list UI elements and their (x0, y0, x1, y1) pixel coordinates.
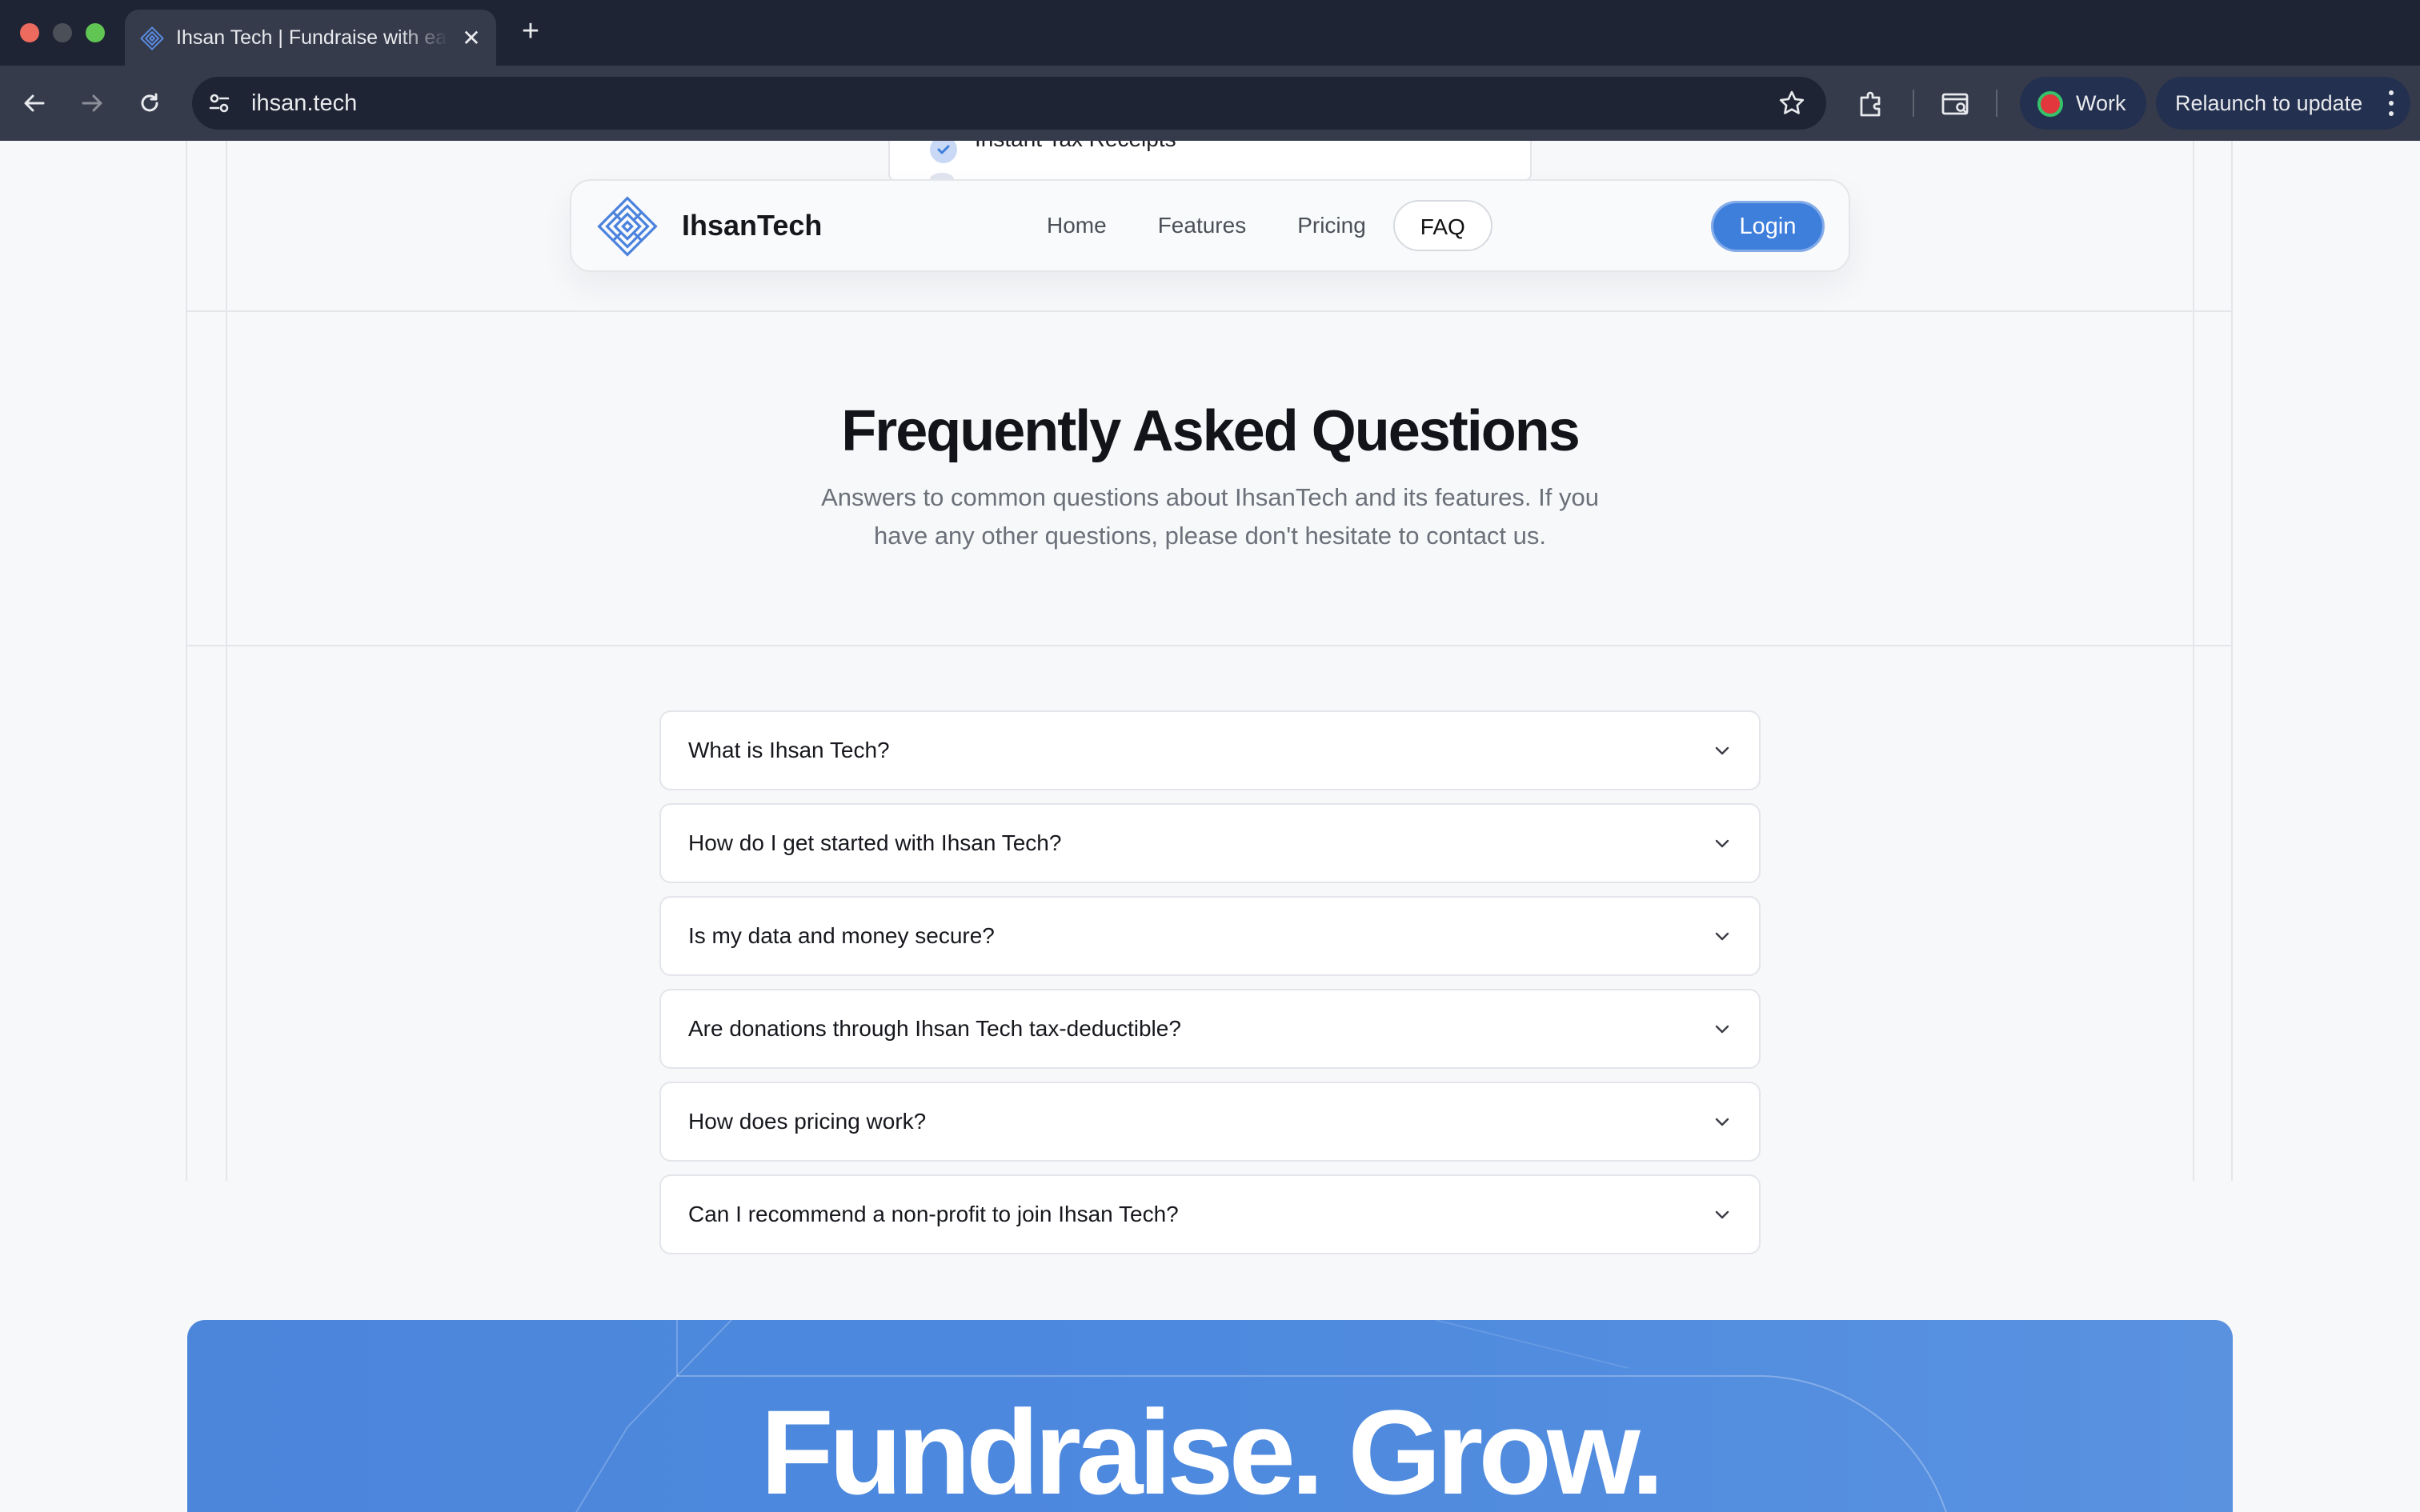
maximize-window-button[interactable] (86, 23, 105, 42)
chevron-down-icon (1715, 746, 1729, 755)
close-window-button[interactable] (20, 23, 39, 42)
nav-home-link[interactable]: Home (1021, 200, 1132, 251)
ihsan-logo-icon[interactable] (595, 194, 659, 258)
faq-item[interactable]: Are donations through Ihsan Tech tax-ded… (659, 989, 1761, 1069)
more-menu-icon[interactable] (2388, 90, 2394, 116)
faq-subtitle: Answers to common questions about IhsanT… (821, 483, 1599, 550)
faq-item[interactable]: How do I get started with Ihsan Tech? (659, 803, 1761, 883)
arrow-left-icon (24, 94, 45, 112)
brand-name[interactable]: IhsanTech (682, 181, 822, 270)
faq-question: Are donations through Ihsan Tech tax-ded… (688, 1016, 1181, 1041)
faq-accordion: What is Ihsan Tech? How do I get started… (659, 710, 1761, 1267)
arrow-right-icon (82, 94, 102, 112)
tab-search-icon[interactable] (1940, 88, 1972, 120)
relaunch-label: Relaunch to update (2175, 91, 2363, 115)
extensions-puzzle-icon[interactable] (1855, 88, 1887, 120)
nav-pricing-link[interactable]: Pricing (1272, 200, 1392, 251)
login-button[interactable]: Login (1711, 201, 1825, 252)
faq-question: How do I get started with Ihsan Tech? (688, 830, 1062, 855)
cta-title: Fundraise. Grow. (760, 1385, 1665, 1512)
faq-question: How does pricing work? (688, 1109, 927, 1134)
grid-line (186, 645, 2233, 646)
feature-item: Instant Tax Receipts (975, 141, 1176, 152)
chevron-down-icon (1715, 1118, 1729, 1126)
check-icon (930, 141, 957, 163)
chevron-down-icon (1715, 839, 1729, 848)
site-navbar: IhsanTech Home Features Pricing FAQ Logi… (570, 179, 1850, 272)
toolbar-divider (1913, 90, 1914, 117)
address-bar[interactable]: ihsan.tech (192, 77, 1826, 130)
toolbar-divider (1996, 90, 1997, 117)
forward-button[interactable] (74, 85, 110, 122)
tab-close-icon[interactable]: ✕ (459, 26, 483, 50)
grid-line (2193, 141, 2194, 1181)
faq-question: Can I recommend a non-profit to join Ihs… (688, 1202, 1179, 1226)
ihsan-logo-icon (140, 26, 164, 50)
minimize-window-button[interactable] (53, 23, 72, 42)
grid-line (226, 141, 227, 1181)
browser-tab-active[interactable]: Ihsan Tech | Fundraise with ease ✕ (125, 10, 496, 66)
faq-question: What is Ihsan Tech? (688, 738, 890, 762)
chevron-down-icon (1715, 1025, 1729, 1034)
faq-question: Is my data and money secure? (688, 923, 995, 948)
grid-line (186, 141, 187, 1181)
browser-toolbar: ihsan.tech Work Relaunch to update (0, 66, 2420, 141)
grid-line (186, 310, 2233, 312)
chevron-down-icon (1715, 1210, 1729, 1219)
faq-item[interactable]: How does pricing work? (659, 1082, 1761, 1162)
back-button[interactable] (16, 85, 53, 122)
faq-item[interactable]: Can I recommend a non-profit to join Ihs… (659, 1174, 1761, 1254)
tab-title: Ihsan Tech | Fundraise with ease (176, 26, 448, 49)
profile-label: Work (2076, 91, 2126, 115)
page-viewport: Instant Tax Receipts IhsanTech Home Feat… (0, 141, 2420, 1512)
reload-button[interactable] (131, 85, 168, 122)
nav-links: Home Features Pricing FAQ (1021, 200, 1492, 251)
grid-line (2231, 141, 2233, 1181)
chevron-down-icon (1715, 932, 1729, 941)
profile-button[interactable]: Work (2020, 77, 2146, 130)
relaunch-to-update-button[interactable]: Relaunch to update (2156, 77, 2410, 130)
bookmark-star-icon[interactable] (1778, 90, 1805, 117)
nav-features-link[interactable]: Features (1132, 200, 1272, 251)
pricing-card-peek: Instant Tax Receipts (888, 141, 1532, 186)
nav-faq-link[interactable]: FAQ (1392, 200, 1492, 251)
new-tab-button[interactable]: + (515, 14, 547, 49)
browser-tab-strip: Ihsan Tech | Fundraise with ease ✕ + (0, 0, 2420, 66)
profile-avatar-icon (2037, 91, 2063, 117)
faq-item[interactable]: What is Ihsan Tech? (659, 710, 1761, 790)
cta-banner: Fundraise. Grow. (187, 1320, 2233, 1512)
faq-title: Frequently Asked Questions (841, 399, 1581, 463)
site-settings-icon[interactable] (206, 90, 232, 116)
faq-item[interactable]: Is my data and money secure? (659, 896, 1761, 976)
url-text[interactable]: ihsan.tech (251, 77, 357, 130)
reload-icon (141, 93, 158, 112)
